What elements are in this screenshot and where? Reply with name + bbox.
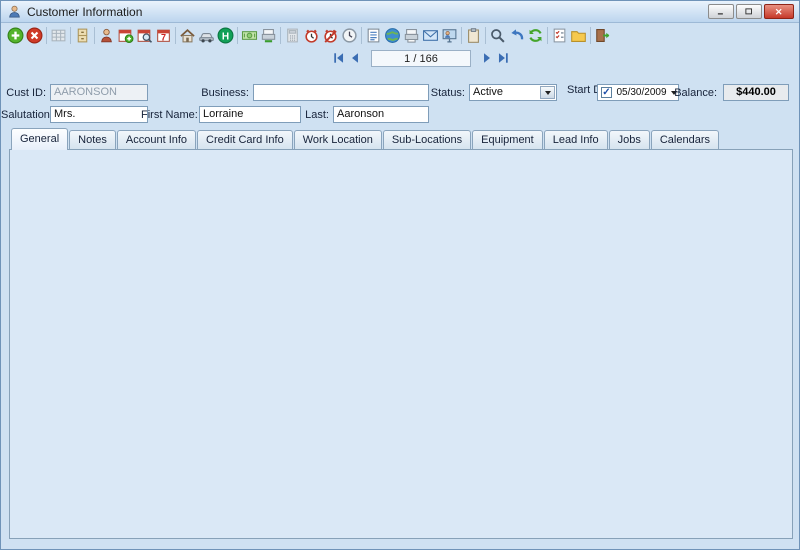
folder-icon[interactable] [569, 26, 588, 45]
hold-icon[interactable]: H [216, 26, 235, 45]
calculator-icon[interactable] [283, 26, 302, 45]
start-date-checkbox[interactable]: ✓ [601, 87, 612, 98]
title-bar: Customer Information [1, 1, 799, 23]
toolbar-separator [485, 27, 486, 44]
last-name-field[interactable]: Aaronson [333, 106, 429, 123]
tab-calendars[interactable]: Calendars [651, 130, 719, 150]
alarm-icon[interactable] [302, 26, 321, 45]
exit-icon[interactable] [593, 26, 612, 45]
home-icon[interactable] [178, 26, 197, 45]
customer-information-window: Customer Information 7H 1 / 166 Cust ID:… [0, 0, 800, 550]
tab-strip: General Notes Account Info Credit Card I… [11, 130, 720, 150]
tasks-icon[interactable] [550, 26, 569, 45]
close-button[interactable] [764, 4, 794, 19]
toolbar-separator [94, 27, 95, 44]
first-name-label: First Name: [141, 109, 195, 121]
status-dropdown-button[interactable] [540, 86, 555, 99]
tab-general[interactable]: General [11, 128, 68, 150]
tab-credit-card-info[interactable]: Credit Card Info [197, 130, 293, 150]
tab-sub-locations[interactable]: Sub-Locations [383, 130, 471, 150]
tab-account-info[interactable]: Account Info [117, 130, 196, 150]
customer-schedule-icon[interactable] [97, 26, 116, 45]
person-icon [7, 4, 22, 19]
balance-label: Balance: [661, 87, 717, 99]
general-tab-panel [9, 149, 793, 539]
status-dropdown[interactable]: Active [469, 84, 557, 101]
tab-lead-info[interactable]: Lead Info [544, 130, 608, 150]
grid-icon[interactable] [49, 26, 68, 45]
cust-id-field: AARONSON [50, 84, 148, 101]
clock-icon[interactable] [340, 26, 359, 45]
tab-work-location[interactable]: Work Location [294, 130, 382, 150]
refresh-icon[interactable] [526, 26, 545, 45]
remote-session-icon[interactable] [440, 26, 459, 45]
window-title: Customer Information [27, 5, 142, 19]
calendar-week-icon[interactable]: 7 [154, 26, 173, 45]
tab-jobs[interactable]: Jobs [609, 130, 650, 150]
first-record-button[interactable] [331, 50, 347, 66]
undo-icon[interactable] [507, 26, 526, 45]
maximize-button[interactable] [736, 4, 762, 19]
toolbar-separator [70, 27, 71, 44]
record-counter[interactable]: 1 / 166 [371, 50, 471, 67]
salutation-label: Salutation: [1, 109, 46, 121]
toolbar-separator [590, 27, 591, 44]
svg-text:H: H [222, 31, 229, 42]
report-icon[interactable] [364, 26, 383, 45]
svg-text:7: 7 [161, 32, 166, 42]
alarm-cancel-icon[interactable] [321, 26, 340, 45]
minimize-button[interactable] [708, 4, 734, 19]
status-value: Active [473, 86, 503, 99]
first-name-field[interactable]: Lorraine [199, 106, 301, 123]
add-icon[interactable] [6, 26, 25, 45]
next-record-button[interactable] [479, 50, 495, 66]
last-name-label: Last: [301, 109, 329, 121]
clipboard-icon[interactable] [464, 26, 483, 45]
toolbar: 7H [1, 23, 799, 47]
business-label: Business: [161, 87, 249, 99]
search-icon[interactable] [488, 26, 507, 45]
web-icon[interactable] [383, 26, 402, 45]
payments-icon[interactable] [240, 26, 259, 45]
cabinet-icon[interactable] [73, 26, 92, 45]
status-label: Status: [401, 87, 465, 99]
last-record-button[interactable] [495, 50, 511, 66]
print-invoice-icon[interactable] [259, 26, 278, 45]
toolbar-separator [175, 27, 176, 44]
salutation-field[interactable]: Mrs. [50, 106, 148, 123]
balance-field: $440.00 [723, 84, 789, 101]
calendar-add-icon[interactable] [116, 26, 135, 45]
tab-notes[interactable]: Notes [69, 130, 116, 150]
toolbar-separator [46, 27, 47, 44]
email-icon[interactable] [421, 26, 440, 45]
toolbar-separator [547, 27, 548, 44]
calendar-find-icon[interactable] [135, 26, 154, 45]
record-navigation: 1 / 166 [331, 48, 511, 68]
toolbar-separator [280, 27, 281, 44]
toolbar-separator [461, 27, 462, 44]
start-date-label: Start Date [567, 85, 595, 96]
toolbar-separator [361, 27, 362, 44]
cust-id-label: Cust ID: [1, 87, 46, 99]
vehicle-icon[interactable] [197, 26, 216, 45]
print-icon[interactable] [402, 26, 421, 45]
tab-equipment[interactable]: Equipment [472, 130, 543, 150]
toolbar-separator [237, 27, 238, 44]
delete-icon[interactable] [25, 26, 44, 45]
previous-record-button[interactable] [347, 50, 363, 66]
start-date-value: 05/30/2009 [616, 86, 666, 99]
